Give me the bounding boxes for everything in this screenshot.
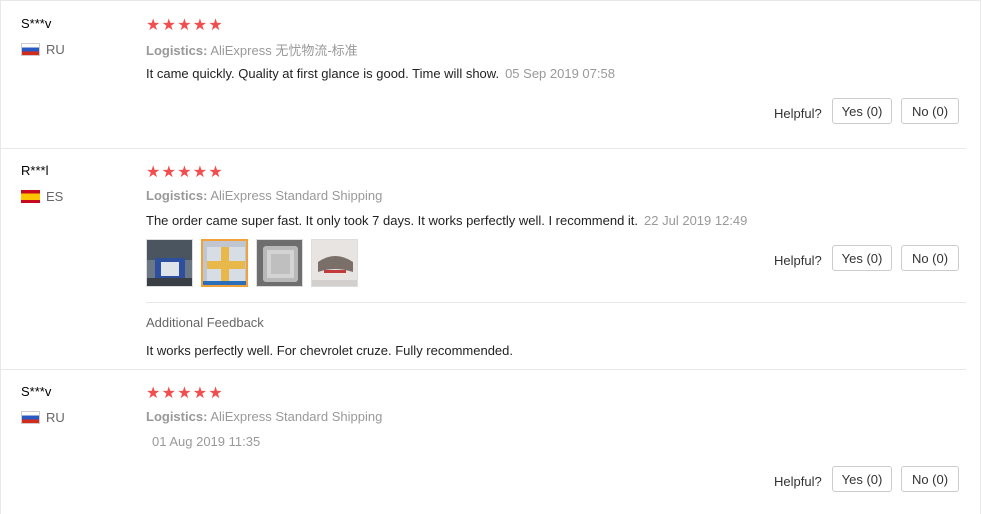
helpful-no-button[interactable]: No (0)	[901, 466, 959, 492]
review-time: 05 Sep 2019 07:58	[505, 66, 615, 81]
russia-flag-icon	[21, 411, 40, 424]
helpful-yes-button[interactable]: Yes (0)	[832, 245, 892, 271]
review-content: It came quickly. Quality at first glance…	[146, 66, 615, 81]
star-icon: ★	[192, 162, 208, 181]
star-icon: ★	[146, 15, 161, 34]
helpful-yes-button[interactable]: Yes (0)	[832, 98, 892, 124]
logistics-value: AliExpress Standard Shipping	[210, 188, 383, 203]
country-code: RU	[46, 410, 65, 425]
additional-feedback-title: Additional Feedback	[146, 315, 264, 330]
star-icon: ★	[177, 15, 192, 34]
feedback-divider	[146, 302, 966, 303]
review-time: 01 Aug 2019 11:35	[152, 434, 261, 449]
reviewer-name: S***v	[21, 384, 52, 399]
review-content: 01 Aug 2019 11:35	[146, 434, 260, 449]
logistics-info: Logistics: AliExpress 无忧物流-标准	[146, 40, 358, 59]
star-icon: ★	[177, 383, 192, 402]
helpful-label: Helpful?	[774, 253, 822, 268]
review-photo-thumbnail[interactable]	[146, 239, 193, 287]
star-icon: ★	[208, 162, 223, 181]
star-icon: ★	[146, 162, 161, 181]
review-text: The order came super fast. It only took …	[146, 213, 639, 228]
helpful-label: Helpful?	[774, 474, 822, 489]
star-rating: ★ ★ ★ ★ ★	[146, 385, 224, 401]
reviewer-name: S***v	[21, 16, 52, 31]
reviewer-name: R***l	[21, 163, 49, 178]
review-text: It came quickly. Quality at first glance…	[146, 66, 500, 81]
logistics-label: Logistics:	[146, 188, 208, 203]
logistics-info: Logistics: AliExpress Standard Shipping	[146, 188, 382, 203]
star-icon: ★	[192, 383, 208, 402]
review-time: 22 Jul 2019 12:49	[644, 213, 748, 228]
logistics-value: AliExpress 无忧物流-标准	[210, 43, 358, 58]
star-icon: ★	[192, 15, 208, 34]
star-icon: ★	[208, 15, 223, 34]
country-code: RU	[46, 42, 65, 57]
review-photo-thumbnail-selected[interactable]	[201, 239, 248, 287]
package-photo-icon	[147, 240, 192, 286]
helpful-yes-button[interactable]: Yes (0)	[832, 466, 892, 492]
logistics-info: Logistics: AliExpress Standard Shipping	[146, 409, 382, 424]
helpful-no-button[interactable]: No (0)	[901, 245, 959, 271]
star-icon: ★	[161, 383, 176, 402]
review-content: The order came super fast. It only took …	[146, 213, 747, 228]
star-icon: ★	[146, 383, 161, 402]
logistics-label: Logistics:	[146, 409, 208, 424]
spain-flag-icon	[21, 190, 40, 203]
bubble-wrap-photo-icon	[257, 240, 302, 286]
review-photo-thumbnail[interactable]	[256, 239, 303, 287]
star-rating: ★ ★ ★ ★ ★	[146, 164, 224, 180]
reviewer-country: RU	[21, 42, 65, 57]
star-icon: ★	[161, 162, 176, 181]
russia-flag-icon	[21, 43, 40, 56]
review-divider	[0, 369, 966, 370]
star-icon: ★	[208, 383, 223, 402]
review-photo-thumbnail[interactable]	[311, 239, 358, 287]
reviewer-country: ES	[21, 189, 63, 204]
star-rating: ★ ★ ★ ★ ★	[146, 17, 224, 33]
wrapped-package-photo-icon	[203, 241, 246, 285]
helpful-label: Helpful?	[774, 106, 822, 121]
country-code: ES	[46, 189, 64, 204]
additional-feedback-text: It works perfectly well. For chevrolet c…	[146, 343, 514, 358]
review-divider	[0, 148, 966, 149]
car-part-photo-icon	[312, 240, 357, 286]
star-icon: ★	[161, 15, 176, 34]
logistics-value: AliExpress Standard Shipping	[210, 409, 383, 424]
helpful-no-button[interactable]: No (0)	[901, 98, 959, 124]
logistics-label: Logistics:	[146, 43, 208, 58]
reviewer-country: RU	[21, 410, 65, 425]
star-icon: ★	[177, 162, 192, 181]
